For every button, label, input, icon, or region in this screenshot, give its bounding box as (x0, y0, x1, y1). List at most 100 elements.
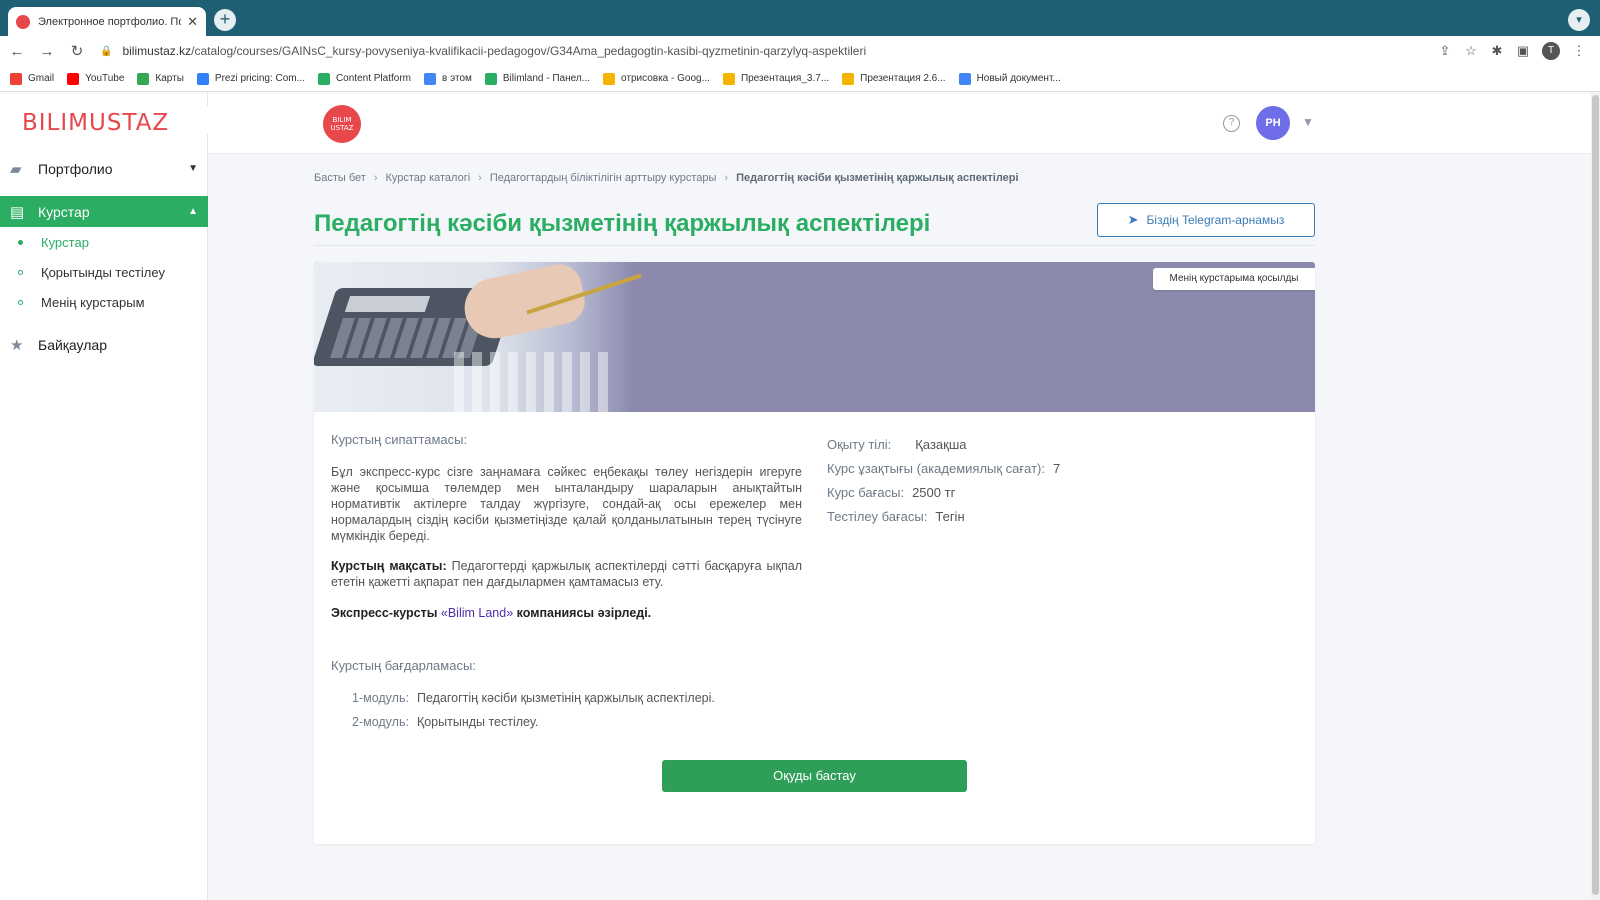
breadcrumb-home[interactable]: Басты бет (314, 172, 366, 184)
bookmark-star-icon[interactable]: ☆ (1458, 43, 1484, 59)
bookmark-maps[interactable]: Карты (137, 72, 184, 85)
side-panel-icon[interactable]: ▣ (1510, 43, 1536, 59)
bookmark-label: в этом (442, 73, 472, 84)
forward-icon[interactable]: → (34, 43, 60, 60)
meta-label: Курс ұзақтығы (академиялық сағат): (827, 460, 1045, 476)
help-icon[interactable]: ? (1223, 115, 1240, 132)
caret-down-icon[interactable]: ▼ (1302, 115, 1314, 129)
bookmark-bilimland[interactable]: Bilimland - Панел... (484, 72, 591, 85)
bookmark-label: Bilimland - Панел... (502, 73, 591, 84)
bookmark-slides-1[interactable]: отрисовка - Goog... (603, 72, 710, 85)
sidebar-subitem-label: Қорытынды тестілеу (41, 264, 165, 280)
bookmark-doc-2[interactable]: Новый документ... (958, 72, 1061, 85)
breadcrumb-current: Педагогтің кәсіби қызметінің қаржылық ас… (736, 172, 1019, 184)
bookmarks-bar: Gmail YouTube Карты Prezi pricing: Com..… (0, 66, 1600, 92)
tab-search-button[interactable]: ▾ (1568, 9, 1590, 31)
breadcrumb-catalog[interactable]: Курстар каталогі (385, 172, 470, 184)
bookmark-label: Карты (155, 73, 184, 84)
prezi-icon (196, 72, 209, 85)
added-to-my-courses-badge: Менің курстарыма қосылды (1153, 268, 1315, 290)
url-path: /catalog/courses/GAINsC_kursy-povyseniya… (191, 44, 867, 58)
page-title: Педагогтің кәсіби қызметінің қаржылық ас… (314, 210, 931, 237)
browser-menu-icon[interactable]: ⋮ (1566, 43, 1592, 59)
site-favicon-icon (16, 14, 30, 29)
chevron-right-icon: › (373, 172, 378, 184)
reload-icon[interactable]: ↻ (64, 42, 90, 60)
bilimland-icon (484, 72, 497, 85)
slides-icon (722, 72, 735, 85)
bookmark-gmail[interactable]: Gmail (10, 72, 55, 85)
list-item: 2-модуль: Қорытынды тестілеу. (352, 710, 715, 734)
chevron-right-icon: › (724, 172, 729, 184)
share-icon[interactable]: ⇪ (1432, 43, 1458, 59)
telegram-channel-button[interactable]: ➤ Біздің Telegram-арнамыз (1097, 203, 1315, 237)
meta-label: Тестілеу бағасы: (827, 508, 928, 524)
bookmark-label: отрисовка - Goog... (621, 73, 710, 84)
address-bar[interactable]: 🔒 bilimustaz.kz/catalog/courses/GAINsC_k… (100, 44, 1432, 58)
sidebar-item-contests[interactable]: ★ Байқаулар (0, 329, 208, 360)
meta-value: 2500 тг (912, 484, 956, 500)
course-goal: Курстың мақсаты: Педагогтерді қаржылық а… (331, 558, 802, 590)
star-icon: ★ (10, 336, 24, 354)
sidebar-item-portfolio[interactable]: ▰ Портфолио ▼ (0, 153, 208, 184)
sidebar: BILIMUSTAZ ‹ ▰ Портфолио ▼ ▤ Курстар ▲ К… (0, 93, 228, 900)
youtube-icon (67, 72, 80, 85)
badge-line: USTAZ (330, 124, 354, 132)
sidebar-subitem-my-courses[interactable]: Менің курстарым (0, 287, 208, 317)
meta-duration: Курс ұзақтығы (академиялық сағат): 7 (827, 456, 1060, 480)
bookmark-doc-1[interactable]: в этом (424, 72, 472, 85)
bookmark-prezi[interactable]: Prezi pricing: Com... (196, 72, 305, 85)
bilimustaz-logo[interactable]: BILIMUSTAZ (22, 110, 169, 136)
meta-test-price: Тестілеу бағасы: Тегін (827, 504, 1060, 528)
maps-icon (137, 72, 150, 85)
bookmark-label: Презентация 2.6... (860, 73, 946, 84)
start-learning-button[interactable]: Оқуды бастау (662, 760, 967, 792)
developer-prefix: Экспресс-курсты (331, 606, 438, 620)
bookmark-label: Prezi pricing: Com... (214, 73, 305, 84)
slides-icon (603, 72, 616, 85)
bookmark-youtube[interactable]: YouTube (67, 72, 124, 85)
bookmark-label: Gmail (28, 73, 55, 84)
telegram-button-label: Біздің Telegram-арнамыз (1146, 213, 1285, 227)
course-meta: Оқыту тілі: Қазақша Курс ұзақтығы (акаде… (827, 432, 1060, 528)
browser-toolbar: ← → ↻ 🔒 bilimustaz.kz/catalog/courses/GA… (0, 36, 1600, 66)
docs-icon (958, 72, 971, 85)
sidebar-item-courses[interactable]: ▤ Курстар ▲ (0, 196, 208, 227)
description-label: Курстың сипаттамасы: (331, 432, 468, 447)
meta-language: Оқыту тілі: Қазақша (827, 432, 1060, 456)
telegram-icon: ➤ (1127, 212, 1139, 227)
sidebar-menu: ▰ Портфолио ▼ ▤ Курстар ▲ Курстар Қорыты… (0, 153, 208, 360)
bookmark-content-platform[interactable]: Content Platform (317, 72, 411, 85)
bookmark-slides-2[interactable]: Презентация_3.7... (722, 72, 829, 85)
new-tab-button[interactable]: + (214, 9, 236, 31)
module-number: 2-модуль: (352, 715, 409, 729)
browser-tab[interactable]: Электронное портфолио. Пор ✕ (8, 7, 206, 36)
close-tab-icon[interactable]: ✕ (187, 14, 198, 30)
course-description: Бұл экспресс-курс сізге заңнамаға сәйкес… (331, 465, 802, 543)
meta-label: Курс бағасы: (827, 484, 905, 500)
course-banner-image: Менің курстарыма қосылды (314, 262, 1315, 412)
slides-icon (842, 72, 855, 85)
extensions-icon[interactable]: ✱ (1484, 43, 1510, 59)
sidebar-item-label: Байқаулар (38, 336, 107, 353)
bullet-icon (18, 269, 23, 275)
divider (314, 245, 1315, 246)
developer-link[interactable]: «Bilim Land» (441, 606, 513, 620)
bilim-ustaz-badge[interactable]: BILIM USTAZ (323, 105, 361, 143)
user-avatar[interactable]: PH (1256, 106, 1290, 140)
lock-icon: 🔒 (100, 45, 113, 57)
breadcrumb-category[interactable]: Педагогтардың біліктілігін арттыру курст… (490, 172, 717, 184)
bullet-icon (18, 299, 23, 305)
sidebar-subitem-label: Курстар (41, 234, 89, 250)
tab-title: Электронное портфолио. Пор (38, 15, 182, 28)
sidebar-subitem-final-test[interactable]: Қорытынды тестілеу (0, 257, 208, 287)
browser-profile-avatar[interactable]: T (1542, 42, 1560, 60)
platform-icon (317, 72, 330, 85)
back-icon[interactable]: ← (4, 43, 30, 60)
scrollbar-thumb[interactable] (1592, 95, 1599, 895)
chevron-down-icon: ▼ (188, 163, 198, 174)
badge-line: BILIM (332, 116, 352, 124)
sidebar-subitem-label: Менің курстарым (41, 294, 145, 310)
sidebar-subitem-courses[interactable]: Курстар (0, 227, 208, 257)
bookmark-slides-3[interactable]: Презентация 2.6... (842, 72, 946, 85)
